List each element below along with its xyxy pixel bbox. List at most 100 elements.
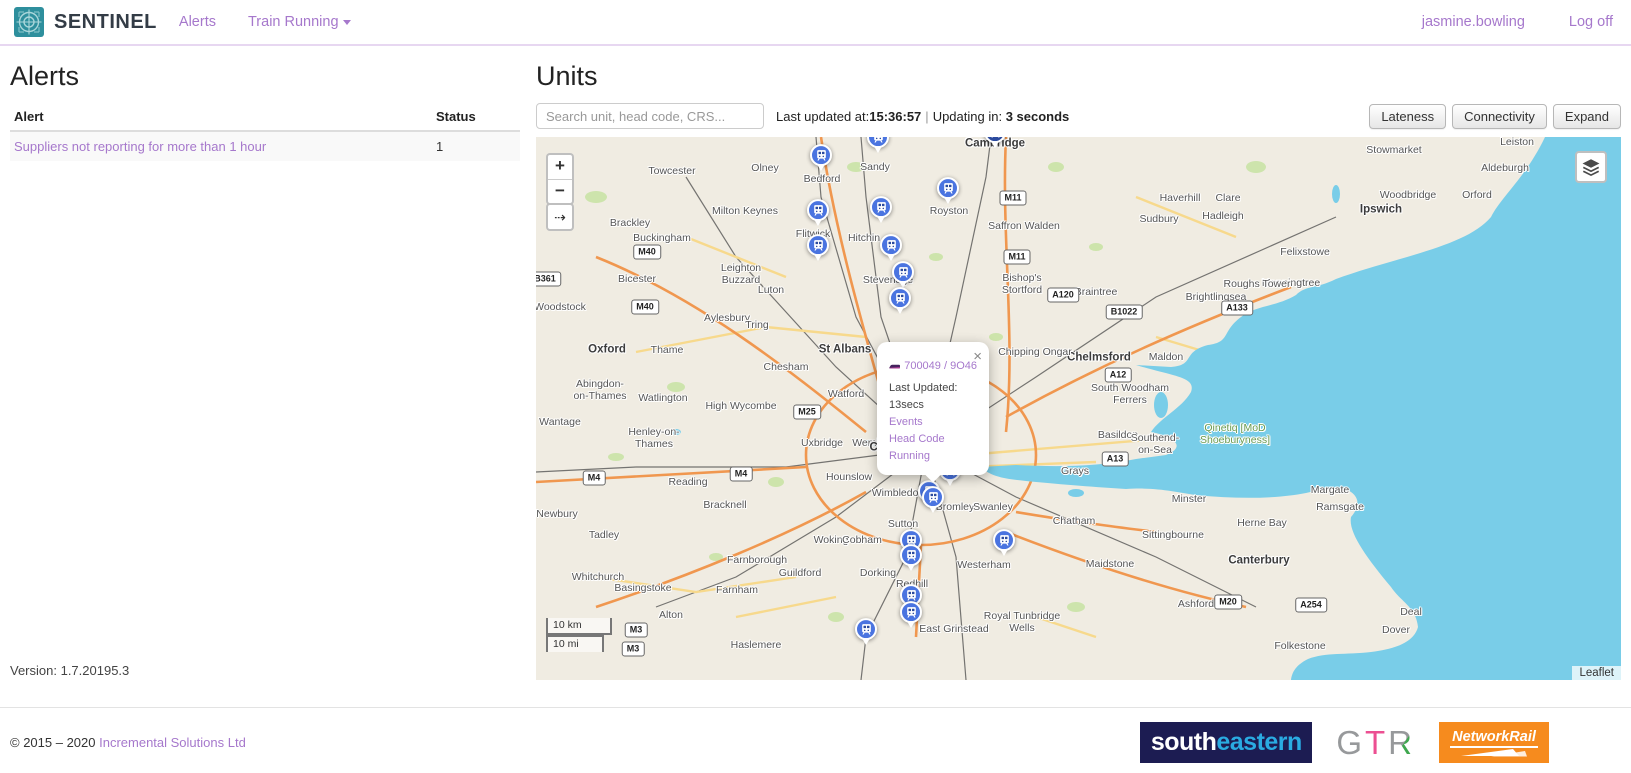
layers-icon — [1581, 157, 1601, 177]
train-unit-marker[interactable] — [880, 234, 902, 256]
separator: | — [925, 109, 928, 124]
popup-last-updated: Last Updated: 13secs — [889, 380, 977, 414]
zoom-control: + − — [546, 153, 574, 205]
leaflet-attribution[interactable]: Leaflet — [1572, 666, 1621, 680]
train-icon — [894, 292, 907, 305]
main-content: Alerts Alert Status Suppliers not report… — [0, 46, 1631, 680]
company-link[interactable]: Incremental Solutions Ltd — [99, 735, 246, 750]
search-input[interactable] — [536, 103, 764, 129]
gtr-logo-r: R — [1388, 724, 1415, 761]
train-unit-marker[interactable] — [937, 177, 959, 199]
map-scale: 10 km 10 mi — [546, 618, 612, 652]
map-canvas — [536, 137, 1621, 680]
train-icon — [875, 201, 888, 214]
train-unit-image — [889, 361, 900, 372]
southeastern-logo-part1: south — [1151, 728, 1217, 757]
map-popup: × 700049 / 9O46 Last Updated: 13secs Eve… — [877, 342, 989, 475]
footer: © 2015 – 2020 Incremental Solutions Ltd … — [0, 707, 1631, 773]
train-icon — [815, 149, 828, 162]
train-icon — [872, 137, 885, 144]
scale-km: 10 km — [546, 618, 612, 635]
train-unit-marker[interactable] — [993, 529, 1015, 551]
gtr-logo-g: G — [1336, 724, 1365, 761]
train-icon — [812, 204, 825, 217]
lateness-button[interactable]: Lateness — [1369, 104, 1446, 129]
table-row: Suppliers not reporting for more than 1 … — [10, 131, 520, 161]
user-menu[interactable]: jasmine.bowling — [1422, 14, 1525, 30]
train-icon — [905, 606, 918, 619]
logoff-link[interactable]: Log off — [1569, 14, 1613, 30]
navbar-right: jasmine.bowling Log off — [1422, 14, 1617, 30]
updating-label: Updating in: — [933, 109, 1002, 124]
alerts-table: Alert Status Suppliers not reporting for… — [10, 103, 520, 161]
unit-headcode-link[interactable]: 700049 / 9O46 — [904, 358, 977, 375]
updating-value: 3 seconds — [1006, 109, 1070, 124]
units-map[interactable]: TowcesterOlneyCambridgeSandyBedfordRoyst… — [536, 137, 1621, 680]
alert-link[interactable]: Suppliers not reporting for more than 1 … — [14, 139, 266, 154]
zoom-out-button[interactable]: − — [548, 179, 572, 203]
scale-mi: 10 mi — [546, 635, 604, 652]
train-unit-marker[interactable] — [900, 544, 922, 566]
page: SENTINEL Alerts Train Running jasmine.bo… — [0, 0, 1631, 773]
train-unit-marker[interactable] — [810, 144, 832, 166]
version-text: Version: 1.7.20195.3 — [10, 659, 520, 680]
train-unit-marker[interactable] — [889, 287, 911, 309]
train-icon — [860, 623, 873, 636]
popup-events-link[interactable]: Events — [889, 414, 977, 431]
copyright-years: © 2015 – 2020 — [10, 735, 95, 750]
units-panel: Units Last updated at:15:36:57 | Updating … — [536, 46, 1621, 680]
train-unit-marker[interactable] — [900, 601, 922, 623]
alert-status-value: 1 — [432, 131, 520, 161]
last-updated-label: Last updated at: — [776, 109, 869, 124]
alerts-col-status: Status — [432, 103, 520, 131]
toolbar-buttons: Lateness Connectivity Expand — [1369, 104, 1621, 129]
train-icon — [998, 534, 1011, 547]
southeastern-logo: southeastern — [1140, 722, 1312, 763]
expand-button[interactable]: Expand — [1553, 104, 1621, 129]
train-unit-marker[interactable] — [870, 196, 892, 218]
popup-close-button[interactable]: × — [973, 345, 982, 368]
units-title: Units — [536, 61, 1621, 92]
train-unit-marker[interactable] — [807, 234, 829, 256]
popup-headcode-running-link[interactable]: Head Code Running — [889, 431, 977, 465]
networkrail-logo: NetworkRail — [1439, 722, 1549, 763]
networkrail-logo-text: NetworkRail — [1450, 729, 1538, 748]
update-status-text: Last updated at:15:36:57 | Updating in: 3 … — [776, 109, 1069, 124]
navbar: SENTINEL Alerts Train Running jasmine.bo… — [0, 0, 1631, 46]
nav-link-train-running[interactable]: Train Running — [248, 14, 351, 30]
train-icon — [897, 266, 910, 279]
nav-link-train-running-label: Train Running — [248, 14, 339, 30]
train-icon — [812, 239, 825, 252]
train-icon — [942, 182, 955, 195]
alerts-title: Alerts — [10, 61, 520, 92]
last-updated-time: 15:36:57 — [869, 109, 921, 124]
networkrail-swoosh-icon — [1461, 748, 1527, 757]
train-icon — [989, 137, 1002, 139]
zoom-in-button[interactable]: + — [548, 155, 572, 179]
gtr-logo: GTR — [1336, 724, 1415, 762]
footer-logos: southeastern GTR NetworkRail — [1140, 722, 1621, 763]
connectivity-button[interactable]: Connectivity — [1452, 104, 1547, 129]
nav-links: Alerts Train Running — [179, 14, 351, 30]
layers-control-button[interactable] — [1575, 151, 1607, 183]
southeastern-logo-part2: eastern — [1216, 728, 1301, 757]
brand-name: SENTINEL — [54, 11, 157, 34]
copyright-text: © 2015 – 2020 Incremental Solutions Ltd — [10, 735, 246, 750]
train-unit-marker[interactable] — [922, 486, 944, 508]
alerts-panel: Alerts Alert Status Suppliers not report… — [10, 46, 520, 680]
train-unit-marker[interactable] — [892, 261, 914, 283]
pan-control-button[interactable]: ⇢ — [546, 203, 574, 231]
train-unit-marker[interactable] — [855, 618, 877, 640]
nav-link-alerts[interactable]: Alerts — [179, 14, 216, 30]
alerts-col-alert: Alert — [10, 103, 432, 131]
train-icon — [905, 589, 918, 602]
train-icon — [885, 239, 898, 252]
units-toolbar: Last updated at:15:36:57 | Updating in: 3 … — [536, 103, 1621, 129]
brand[interactable]: SENTINEL — [14, 7, 157, 37]
train-icon — [927, 491, 940, 504]
chevron-down-icon — [343, 20, 351, 25]
sentinel-logo-icon — [14, 7, 44, 37]
gtr-logo-t: T — [1365, 724, 1388, 761]
train-icon — [905, 549, 918, 562]
train-unit-marker[interactable] — [807, 199, 829, 221]
